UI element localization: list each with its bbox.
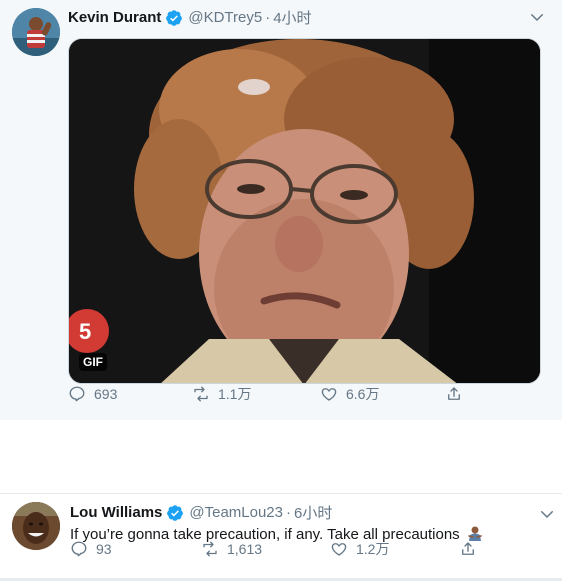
user-handle[interactable]: @KDTrey5 <box>188 9 262 26</box>
like-button[interactable]: 6.6万 <box>320 384 379 404</box>
retweet-icon <box>203 541 217 557</box>
share-icon <box>462 542 474 555</box>
like-button[interactable]: 1.2万 <box>330 539 389 559</box>
reply-icon <box>69 386 85 402</box>
gif-badge: GIF <box>79 353 107 371</box>
verified-badge-icon <box>165 9 183 27</box>
user-name[interactable]: Lou Williams <box>70 504 162 521</box>
avatar[interactable] <box>12 8 60 56</box>
like-count: 6.6万 <box>346 386 380 402</box>
like-count: 1.2万 <box>356 541 390 557</box>
chevron-down-icon[interactable] <box>528 8 546 26</box>
like-icon <box>321 388 337 401</box>
share-icon <box>448 387 460 400</box>
svg-text:5: 5 <box>79 319 91 344</box>
retweet-button[interactable]: 1,613 <box>201 540 262 558</box>
reply-button[interactable]: 93 <box>70 540 112 558</box>
retweet-icon <box>194 386 208 402</box>
retweet-button[interactable]: 1.1万 <box>192 384 251 404</box>
reply-count: 693 <box>94 386 118 402</box>
gif-frame-image: 5 <box>69 39 540 383</box>
person-gesturing-emoji-icon <box>467 525 483 541</box>
like-icon <box>331 543 347 556</box>
tweet-lou-williams[interactable]: Lou Williams @TeamLou23 · 6小时 If you’re … <box>0 493 562 581</box>
separator: · <box>286 504 291 521</box>
timestamp[interactable]: 6小时 <box>294 502 332 523</box>
timestamp[interactable]: 4小时 <box>273 7 311 28</box>
retweet-count: 1.1万 <box>218 386 252 402</box>
retweet-count: 1,613 <box>227 541 263 557</box>
avatar[interactable] <box>12 502 60 550</box>
reply-icon <box>71 541 87 557</box>
reply-count: 93 <box>96 541 112 557</box>
reply-button[interactable]: 693 <box>68 385 117 403</box>
share-button[interactable] <box>459 540 485 558</box>
tweet-header: Kevin Durant @KDTrey5 · 4小时 <box>68 7 312 28</box>
separator: · <box>265 9 271 26</box>
share-button[interactable] <box>445 385 471 403</box>
tweet-text-content: If you’re gonna take precaution, if any.… <box>70 526 460 543</box>
chevron-down-icon[interactable] <box>538 505 556 523</box>
verified-badge-icon <box>166 504 184 522</box>
user-handle[interactable]: @TeamLou23 <box>189 504 283 521</box>
tweet-header: Lou Williams @TeamLou23 · 6小时 <box>70 502 332 523</box>
gif-media[interactable]: 5 GIF <box>68 38 541 384</box>
user-name[interactable]: Kevin Durant <box>68 9 161 26</box>
tweet-kevin-durant[interactable]: Kevin Durant @KDTrey5 · 4小时 5 GIF 693 1.… <box>0 0 562 420</box>
tweet-text: If you’re gonna take precaution, if any.… <box>70 525 483 543</box>
